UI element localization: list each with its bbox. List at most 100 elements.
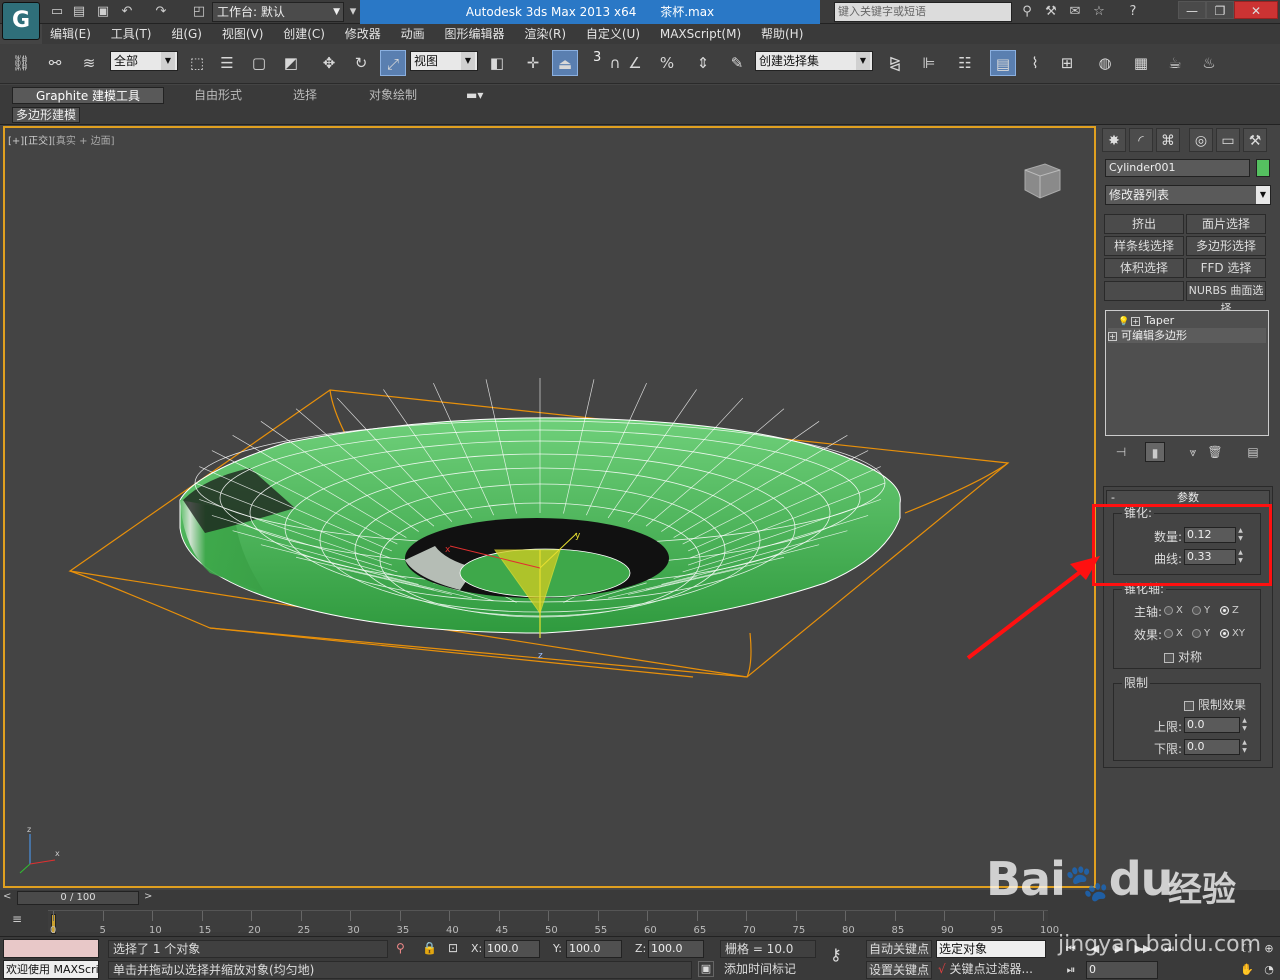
menu-rendering[interactable]: 渲染(R) xyxy=(516,24,574,44)
render-setup-icon[interactable]: ▦ xyxy=(1128,50,1154,76)
time-tag-icon[interactable]: ▣ xyxy=(698,961,714,977)
menu-maxscript[interactable]: MAXScript(M) xyxy=(652,24,749,44)
auto-key-button[interactable]: 自动关键点 xyxy=(866,940,932,958)
upper-limit-spinner[interactable]: 0.0 ▲ ▼ xyxy=(1184,717,1247,733)
snap-toggle-3d[interactable]: 3 xyxy=(593,50,601,65)
stack-item-editable-poly[interactable]: + 可编辑多边形 xyxy=(1108,328,1266,343)
orbit-icon[interactable]: ◔ xyxy=(1260,961,1278,979)
keyboard-shortcut-override-icon[interactable]: ⏏ xyxy=(552,50,578,76)
expand-icon[interactable]: + xyxy=(1108,331,1117,341)
select-object-icon[interactable]: ⬚ xyxy=(184,50,210,76)
spinner-snap-icon[interactable]: ⇕ xyxy=(690,50,716,76)
primary-x-radio[interactable]: X xyxy=(1164,605,1183,616)
time-slider-thumb[interactable]: 0 / 100 xyxy=(17,891,139,905)
viewcube-icon[interactable] xyxy=(1024,163,1061,199)
selection-lock-icon[interactable]: 🔒 xyxy=(422,941,437,955)
key-filters-button[interactable]: √ 关键点过滤器... xyxy=(938,961,1046,979)
open-file-icon[interactable]: ▤ xyxy=(70,3,88,21)
perspective-viewport[interactable]: [+][正交][真实 + 边面] x y z z x xyxy=(3,126,1096,888)
primary-z-radio[interactable]: Z xyxy=(1220,605,1239,616)
mirror-icon[interactable]: ⧎ xyxy=(882,50,908,76)
tab-graphite-modeling[interactable]: Graphite 建模工具 xyxy=(12,87,164,104)
search-input[interactable]: 键入关键字或短语 xyxy=(834,2,1012,22)
create-tab-icon[interactable]: ✸ xyxy=(1102,128,1126,152)
remove-modifier-icon[interactable]: 🗑 xyxy=(1205,442,1225,462)
poly-select-button[interactable]: 多边形选择 xyxy=(1186,236,1266,256)
named-selection-dropdown[interactable]: 创建选择集 ▼ xyxy=(755,51,873,71)
key-mode-icon[interactable]: ⏯ xyxy=(1062,961,1080,979)
window-crossing-icon[interactable]: ◩ xyxy=(278,50,304,76)
configure-sets-icon[interactable]: ▤ xyxy=(1243,442,1263,462)
extrude-button[interactable]: 挤出 xyxy=(1104,214,1184,234)
lightbulb-icon[interactable]: 💡 xyxy=(1118,317,1129,327)
tab-selection[interactable]: 选择 xyxy=(293,87,317,104)
spinner-arrows-icon[interactable]: ▲ ▼ xyxy=(1240,717,1249,733)
set-key-button[interactable]: 设置关键点 xyxy=(866,961,932,979)
add-time-tag[interactable]: 添加时间标记 xyxy=(720,961,816,979)
align-icon[interactable]: ⊫ xyxy=(916,50,942,76)
move-icon[interactable]: ✥ xyxy=(316,50,342,76)
help-icon[interactable]: ? xyxy=(1124,3,1142,21)
new-file-icon[interactable]: ▭ xyxy=(48,3,66,21)
save-icon[interactable]: ▣ xyxy=(94,3,112,21)
binoculars-icon[interactable]: ⚲ xyxy=(1018,3,1036,21)
curve-editor-icon[interactable]: ⌇ xyxy=(1022,50,1048,76)
lower-limit-spinner[interactable]: 0.0 ▲ ▼ xyxy=(1184,739,1247,755)
scale-icon[interactable]: ⤢ xyxy=(380,50,406,76)
spinner-arrows-icon[interactable]: ▲ ▼ xyxy=(1240,739,1249,755)
favorites-star-icon[interactable]: ☆ xyxy=(1090,3,1108,21)
minimize-button[interactable]: — xyxy=(1178,1,1206,19)
pivot-center-icon[interactable]: ◧ xyxy=(484,50,510,76)
tab-polygon-modeling[interactable]: 多边形建模 xyxy=(12,107,80,123)
symmetry-checkbox[interactable]: 对称 xyxy=(1164,648,1202,665)
pin-stack-icon[interactable]: ⊣ xyxy=(1111,442,1131,462)
next-frame-icon[interactable]: > xyxy=(144,891,152,902)
selection-filter-dropdown[interactable]: 全部 ▼ xyxy=(110,51,178,71)
modify-tab-icon[interactable]: ◜ xyxy=(1129,128,1153,152)
menu-tools[interactable]: 工具(T) xyxy=(103,24,160,44)
close-button[interactable]: ✕ xyxy=(1234,1,1278,19)
hierarchy-tab-icon[interactable]: ⌘ xyxy=(1156,128,1180,152)
primary-y-radio[interactable]: Y xyxy=(1192,605,1210,616)
material-editor-icon[interactable]: ◍ xyxy=(1092,50,1118,76)
link-icon[interactable]: ⛓ xyxy=(8,50,34,76)
menu-group[interactable]: 组(G) xyxy=(163,24,210,44)
effect-y-radio[interactable]: Y xyxy=(1192,628,1210,639)
patch-select-button[interactable]: 面片选择 xyxy=(1186,214,1266,234)
communication-icon[interactable]: ✉ xyxy=(1066,3,1084,21)
utilities-tab-icon[interactable]: ⚒ xyxy=(1243,128,1267,152)
empty-modifier-button[interactable] xyxy=(1104,281,1184,301)
z-coord-field[interactable]: 100.0 xyxy=(648,940,704,958)
make-unique-icon[interactable]: ⩔ xyxy=(1183,442,1203,462)
angle-snap-icon[interactable]: ∠ xyxy=(622,50,648,76)
show-end-result-icon[interactable]: ▮ xyxy=(1145,442,1165,462)
reference-coord-dropdown[interactable]: 视图 ▼ xyxy=(410,51,478,71)
select-by-name-icon[interactable]: ☰ xyxy=(214,50,240,76)
menu-views[interactable]: 视图(V) xyxy=(214,24,272,44)
display-tab-icon[interactable]: ▭ xyxy=(1216,128,1240,152)
app-logo-icon[interactable]: G xyxy=(2,2,40,40)
y-coord-field[interactable]: 100.0 xyxy=(566,940,622,958)
layer-manager-icon[interactable]: ☷ xyxy=(952,50,978,76)
object-name-field[interactable]: Cylinder001 xyxy=(1105,159,1250,177)
effect-xy-radio[interactable]: XY xyxy=(1220,628,1245,639)
volume-select-button[interactable]: 体积选择 xyxy=(1104,258,1184,278)
modifier-list-dropdown[interactable]: 修改器列表 ▼ xyxy=(1105,185,1271,205)
x-coord-field[interactable]: 100.0 xyxy=(484,940,540,958)
menu-help[interactable]: 帮助(H) xyxy=(753,24,811,44)
menu-graph-editors[interactable]: 图形编辑器 xyxy=(436,24,512,44)
rect-selection-icon[interactable]: ▢ xyxy=(246,50,272,76)
expand-icon[interactable]: + xyxy=(1131,316,1141,326)
ribbon-options-icon[interactable]: ▬▾ xyxy=(466,87,483,104)
percent-snap-icon[interactable]: % xyxy=(654,50,680,76)
isolate-selection-icon[interactable]: ⚲ xyxy=(396,941,405,955)
object-color-swatch[interactable] xyxy=(1256,159,1270,177)
project-folder-icon[interactable]: ◰ xyxy=(190,3,208,21)
current-frame-field[interactable]: 0 xyxy=(1086,961,1158,979)
stack-item-taper[interactable]: 💡 + Taper xyxy=(1108,313,1266,328)
spline-select-button[interactable]: 样条线选择 xyxy=(1104,236,1184,256)
nurbs-surface-select-button[interactable]: NURBS 曲面选择 xyxy=(1186,281,1266,315)
tab-object-paint[interactable]: 对象绘制 xyxy=(369,87,417,104)
ribbon-toggle-icon[interactable]: ▤ xyxy=(990,50,1016,76)
menu-modifiers[interactable]: 修改器 xyxy=(337,24,389,44)
